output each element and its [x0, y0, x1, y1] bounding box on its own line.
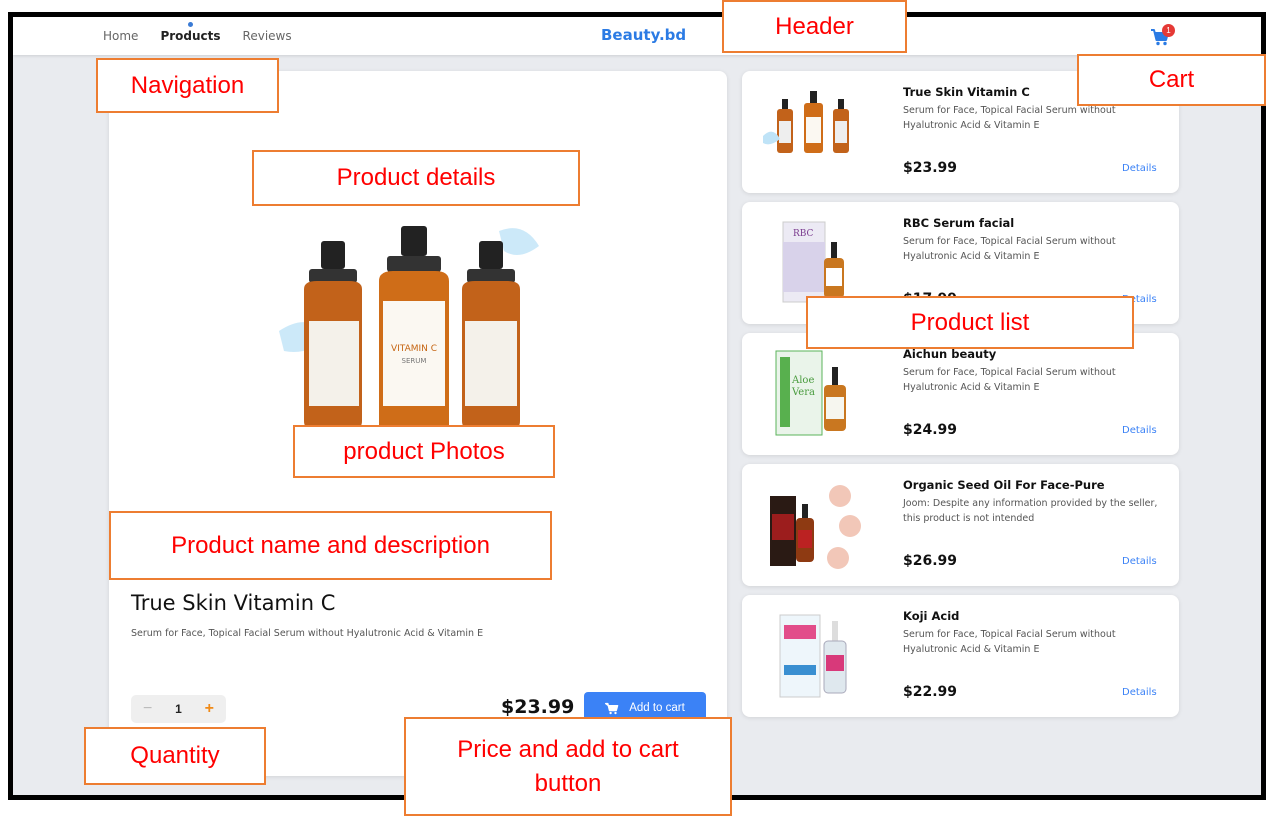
product-name: Organic Seed Oil For Face-Pure — [903, 478, 1105, 492]
product-card[interactable]: Aloe Vera Aichun beauty Serum for Face, … — [742, 333, 1179, 455]
header-bar: Home Products Reviews Beauty.bd 1 — [13, 17, 1261, 55]
product-thumbnail — [763, 91, 849, 153]
product-price: $23.99 — [903, 160, 958, 176]
annotation-navigation: Navigation — [96, 58, 279, 113]
product-name: True Skin Vitamin C — [903, 85, 1030, 99]
product-card[interactable]: Koji Acid Serum for Face, Topical Facial… — [742, 595, 1179, 717]
product-photo: VITAMIN C SERUM — [279, 226, 539, 434]
add-to-cart-label: Add to cart — [629, 702, 685, 714]
product-desc: Serum for Face, Topical Facial Serum wit… — [903, 105, 1116, 131]
annotation-price-cart: Price and add to cart button — [404, 717, 732, 816]
svg-text:RBC: RBC — [793, 229, 814, 239]
annotation-product-details: Product details — [252, 150, 580, 206]
hero-bottle-label: VITAMIN C — [391, 344, 437, 354]
annotation-name-description: Product name and description — [109, 511, 552, 580]
brand-logo[interactable]: Beauty.bd — [601, 26, 686, 44]
product-thumbnail: Aloe Vera — [775, 350, 846, 436]
nav-products[interactable]: Products — [160, 22, 221, 43]
nav-home[interactable]: Home — [103, 29, 138, 43]
annotation-product-photos: product Photos — [293, 425, 555, 478]
product-thumbnail — [770, 485, 861, 569]
quantity-stepper: − 1 + — [131, 695, 226, 723]
product-name: Aichun beauty — [903, 347, 997, 361]
product-name: Koji Acid — [903, 609, 960, 623]
cart-count-badge: 1 — [1162, 24, 1175, 37]
cart-button[interactable]: 1 — [1150, 24, 1175, 48]
nav-products-label: Products — [160, 29, 221, 43]
decrement-button[interactable]: − — [143, 700, 152, 718]
nav-reviews[interactable]: Reviews — [243, 29, 292, 43]
quantity-value: 1 — [175, 702, 182, 716]
product-thumbnail — [779, 614, 847, 698]
annotation-quantity: Quantity — [84, 727, 266, 785]
main-nav: Home Products Reviews — [103, 22, 292, 43]
product-desc: Serum for Face, Topical Facial Serum wit… — [903, 236, 1116, 262]
details-link[interactable]: Details — [1122, 556, 1157, 567]
product-desc: Joom: Despite any information provided b… — [903, 498, 1158, 524]
active-indicator-dot — [188, 22, 194, 27]
details-link[interactable]: Details — [1122, 425, 1157, 436]
increment-button[interactable]: + — [205, 700, 214, 718]
annotation-cart: Cart — [1077, 54, 1266, 106]
product-title: True Skin Vitamin C — [131, 591, 336, 615]
details-link[interactable]: Details — [1122, 687, 1157, 698]
annotation-product-list: Product list — [806, 296, 1134, 349]
svg-text:Aloe: Aloe — [791, 375, 814, 386]
product-card[interactable]: Organic Seed Oil For Face-Pure Joom: Des… — [742, 464, 1179, 586]
product-price: $22.99 — [903, 684, 958, 700]
hero-bottle-sub: SERUM — [402, 357, 427, 365]
product-name: RBC Serum facial — [903, 216, 1015, 230]
product-desc: Serum for Face, Topical Facial Serum wit… — [903, 367, 1116, 393]
annotation-header: Header — [722, 0, 907, 53]
app-window: Home Products Reviews Beauty.bd 1 VITAMI… — [8, 12, 1266, 800]
product-price: $26.99 — [903, 553, 958, 569]
product-price: $24.99 — [903, 422, 958, 438]
product-description: Serum for Face, Topical Facial Serum wit… — [131, 628, 484, 639]
cart-icon — [605, 702, 619, 714]
details-link[interactable]: Details — [1122, 163, 1157, 174]
product-desc: Serum for Face, Topical Facial Serum wit… — [903, 629, 1116, 655]
svg-text:Vera: Vera — [791, 387, 815, 398]
product-price: $23.99 — [501, 696, 575, 718]
